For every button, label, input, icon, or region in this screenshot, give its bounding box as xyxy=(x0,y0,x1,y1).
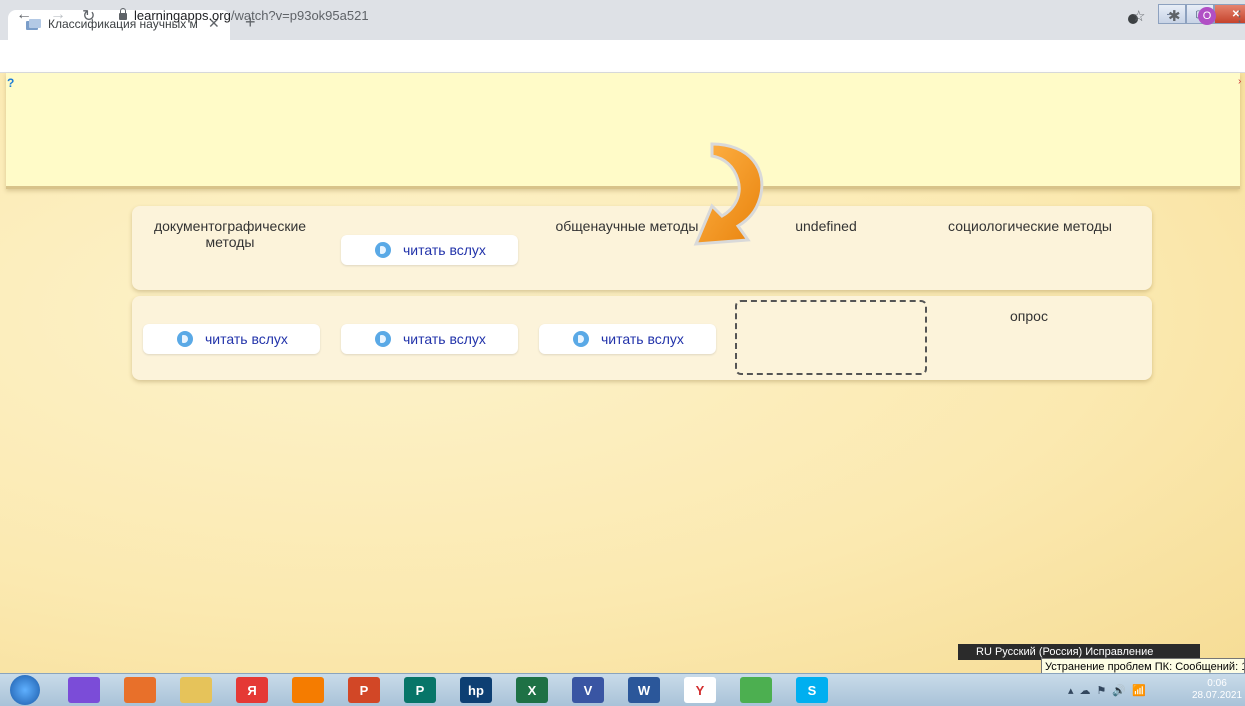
chrome-icon[interactable] xyxy=(740,677,772,703)
task-banner xyxy=(6,73,1240,189)
forward-icon[interactable]: → xyxy=(50,6,66,24)
category-sociological[interactable]: социологические методы xyxy=(935,218,1125,234)
clock[interactable]: 0:06 28.07.2021 xyxy=(1192,678,1242,702)
bookmark-star-icon[interactable]: ☆ xyxy=(1132,7,1145,25)
hp-icon[interactable]: hp xyxy=(460,677,492,703)
extensions-icon[interactable]: ✱ xyxy=(1168,7,1181,25)
read-aloud-button[interactable]: читать вслух xyxy=(143,324,320,354)
visio-icon[interactable]: V xyxy=(572,677,604,703)
firefox-icon[interactable] xyxy=(124,677,156,703)
start-button[interactable] xyxy=(10,675,40,705)
publisher-icon[interactable]: P xyxy=(404,677,436,703)
empty-drop-zone[interactable] xyxy=(735,300,927,375)
menu-icon[interactable]: ⋮ xyxy=(1232,7,1245,25)
system-tray-icons[interactable]: ▴☁⚑🔊📶 xyxy=(1068,684,1152,697)
category-documentographic[interactable]: документографические методы xyxy=(135,218,325,250)
read-aloud-button[interactable]: читать вслух xyxy=(341,324,518,354)
read-aloud-button[interactable]: читать вслух xyxy=(341,235,518,265)
read-aloud-button[interactable]: читать вслух xyxy=(539,324,716,354)
speaker-icon xyxy=(375,331,391,347)
lock-icon xyxy=(119,8,127,20)
back-icon[interactable]: ← xyxy=(16,6,32,24)
read-aloud-label: читать вслух xyxy=(403,331,486,347)
item-survey[interactable]: опрос xyxy=(934,308,1124,324)
clock-time: 0:06 xyxy=(1207,678,1227,689)
player-icon[interactable] xyxy=(292,677,324,703)
address-bar[interactable]: learningapps.org/watch?v=p93ok95a521 xyxy=(134,8,369,23)
curved-arrow-icon xyxy=(693,142,764,246)
read-aloud-label: читать вслух xyxy=(205,331,288,347)
alice-icon[interactable] xyxy=(68,677,100,703)
help-icon[interactable]: ? xyxy=(7,76,21,90)
excel-icon[interactable]: X xyxy=(516,677,548,703)
speaker-icon xyxy=(573,331,589,347)
side-marker-icon: › xyxy=(1238,76,1242,87)
clock-date: 28.07.2021 xyxy=(1192,690,1243,701)
url-path: /watch?v=p93ok95a521 xyxy=(230,8,369,23)
powerpoint-icon[interactable]: P xyxy=(348,677,380,703)
avatar[interactable]: O xyxy=(1198,7,1216,25)
yandex-browser-icon[interactable]: Y xyxy=(684,677,716,703)
skype-icon[interactable]: S xyxy=(796,677,828,703)
word-icon[interactable]: W xyxy=(628,677,660,703)
speaker-icon xyxy=(375,242,391,258)
browser-toolbar xyxy=(0,40,1245,73)
read-aloud-label: читать вслух xyxy=(403,242,486,258)
url-host: learningapps.org xyxy=(134,8,231,23)
speaker-icon xyxy=(177,331,193,347)
explorer-icon[interactable] xyxy=(180,677,212,703)
yandex-icon[interactable]: Я xyxy=(236,677,268,703)
reload-icon[interactable]: ↻ xyxy=(82,6,95,26)
read-aloud-label: читать вслух xyxy=(601,331,684,347)
